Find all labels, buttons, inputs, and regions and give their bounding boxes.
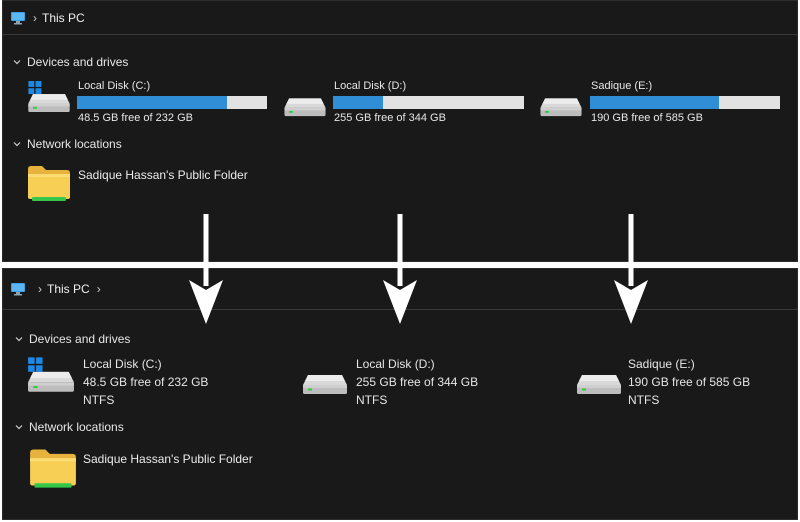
down-arrow-icon bbox=[611, 214, 651, 324]
down-arrow-icon bbox=[380, 214, 420, 324]
drive-free-space: 255 GB free of 344 GB bbox=[334, 112, 446, 124]
drive-name: Local Disk (D:) bbox=[356, 357, 435, 371]
drive-free-space: 190 GB free of 585 GB bbox=[628, 375, 751, 389]
drive-file-system: NTFS bbox=[628, 393, 660, 407]
drive-file-system: NTFS bbox=[356, 393, 388, 407]
folder-icon bbox=[29, 447, 77, 489]
down-arrow-icon bbox=[186, 214, 226, 324]
drive-name: Sadique (E:) bbox=[628, 357, 695, 371]
network-locations-header[interactable]: Network locations bbox=[14, 420, 124, 434]
usage-bar bbox=[333, 96, 524, 109]
network-folder-name: Sadique Hassan's Public Folder bbox=[83, 452, 253, 466]
drive-free-space: 48.5 GB free of 232 GB bbox=[78, 112, 193, 124]
drive-icon bbox=[283, 89, 327, 117]
usage-bar-fill bbox=[333, 96, 383, 109]
drive-free-space: 48.5 GB free of 232 GB bbox=[83, 375, 209, 389]
windows-drive-icon bbox=[28, 81, 70, 113]
chevron-down-icon[interactable] bbox=[14, 422, 24, 432]
drive-name: Local Disk (D:) bbox=[334, 80, 407, 92]
drive-icon bbox=[301, 365, 349, 395]
breadcrumb-chevron-icon[interactable]: › bbox=[38, 282, 42, 296]
drive-free-space: 255 GB free of 344 GB bbox=[356, 375, 479, 389]
drive-icon bbox=[539, 89, 583, 117]
drive-icon bbox=[575, 365, 623, 395]
this-pc-icon bbox=[10, 11, 26, 25]
drive-name: Sadique (E:) bbox=[591, 80, 653, 92]
devices-and-drives-header[interactable]: Devices and drives bbox=[14, 332, 130, 346]
drive-free-space: 190 GB free of 585 GB bbox=[591, 112, 703, 124]
drive-name: Local Disk (C:) bbox=[83, 357, 162, 371]
this-pc-icon bbox=[10, 282, 26, 296]
breadcrumb-this-pc[interactable]: This PC bbox=[42, 11, 85, 25]
usage-bar bbox=[77, 96, 267, 109]
network-locations-header[interactable]: Network locations bbox=[12, 137, 122, 151]
devices-and-drives-header[interactable]: Devices and drives bbox=[12, 55, 128, 69]
breadcrumb-chevron-icon[interactable]: › bbox=[33, 11, 37, 25]
usage-bar bbox=[590, 96, 780, 109]
folder-icon bbox=[27, 164, 71, 202]
chevron-down-icon[interactable] bbox=[12, 139, 22, 149]
network-folder-name: Sadique Hassan's Public Folder bbox=[78, 168, 248, 182]
breadcrumb-this-pc[interactable]: This PC bbox=[47, 282, 90, 296]
usage-bar-fill bbox=[77, 96, 228, 109]
drive-file-system: NTFS bbox=[83, 393, 115, 407]
drive-name: Local Disk (C:) bbox=[78, 80, 151, 92]
usage-bar-fill bbox=[590, 96, 720, 109]
chevron-down-icon[interactable] bbox=[12, 57, 22, 67]
breadcrumb-chevron-icon[interactable]: › bbox=[97, 282, 101, 296]
windows-drive-icon bbox=[28, 357, 74, 392]
chevron-down-icon[interactable] bbox=[14, 334, 24, 344]
address-bar[interactable]: › This PC bbox=[3, 1, 797, 35]
